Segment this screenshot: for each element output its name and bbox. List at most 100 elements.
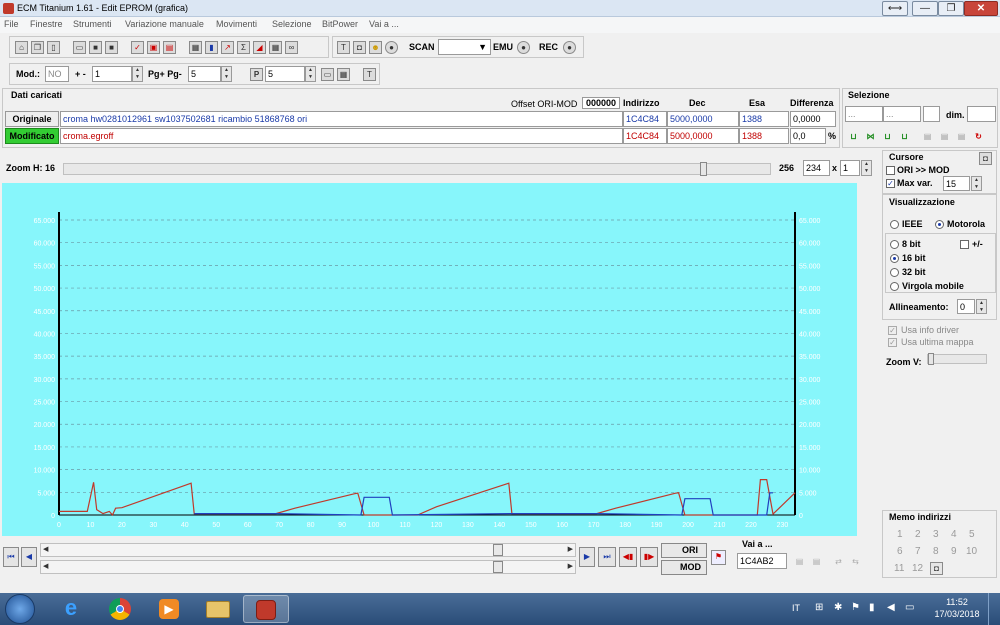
- media-player-icon[interactable]: ▶: [146, 595, 192, 623]
- rec-record-icon[interactable]: ●: [563, 41, 576, 54]
- goto-a-icon[interactable]: ▤: [793, 555, 806, 568]
- originale-label[interactable]: Originale: [5, 111, 59, 127]
- person-icon[interactable]: ☻: [369, 41, 382, 54]
- menu-file[interactable]: File: [4, 19, 19, 29]
- scroll-left-icon[interactable]: ◀: [43, 545, 48, 553]
- memo-10[interactable]: 10: [966, 546, 977, 557]
- modificato-label[interactable]: Modificato: [5, 128, 59, 144]
- start-button[interactable]: [5, 594, 35, 624]
- dim-field[interactable]: [967, 106, 996, 122]
- flag-icon[interactable]: ⚑: [711, 550, 726, 565]
- text-tool-icon[interactable]: T: [363, 68, 376, 81]
- p-spinner[interactable]: ▲ ▼: [305, 66, 316, 82]
- last-page-button[interactable]: ⏭: [598, 547, 616, 567]
- page-step-field[interactable]: 5: [188, 66, 221, 82]
- tray-power-icon[interactable]: ▭: [905, 602, 914, 613]
- mod-field[interactable]: NO: [45, 66, 69, 82]
- virgola-mobile-radio[interactable]: [890, 282, 899, 291]
- matrix-icon[interactable]: ▦: [337, 68, 350, 81]
- prev-step-button[interactable]: ◀: [21, 547, 37, 567]
- bit16-radio[interactable]: [890, 254, 899, 263]
- tray-bluetooth-icon[interactable]: ✱: [834, 602, 842, 613]
- binoculars-icon[interactable]: ∞: [285, 41, 298, 54]
- sel-paste-icon[interactable]: ▤: [938, 130, 951, 143]
- scroll-right-icon[interactable]: ▶: [568, 545, 573, 553]
- step-field[interactable]: 1: [92, 66, 132, 82]
- zoom-v-slider-thumb[interactable]: [928, 353, 934, 365]
- bit8-radio[interactable]: [890, 240, 899, 249]
- scroll-mod[interactable]: ◀ ▶: [40, 560, 576, 574]
- modificato-differenza[interactable]: 0,0: [790, 128, 826, 144]
- sel-end-icon[interactable]: ⊔: [881, 130, 894, 143]
- usa-info-driver-checkbox[interactable]: ✓: [888, 326, 897, 335]
- graph-icon[interactable]: ↗: [221, 41, 234, 54]
- close-button[interactable]: ✕: [964, 1, 998, 16]
- save-icon[interactable]: ■: [89, 41, 102, 54]
- zoom-mult-field[interactable]: 1: [840, 160, 860, 176]
- p-field[interactable]: 5: [265, 66, 305, 82]
- scan-select[interactable]: ▼: [438, 39, 491, 55]
- menu-vai-a[interactable]: Vai a ...: [369, 19, 399, 29]
- restore-size-button[interactable]: ⟷: [882, 1, 908, 16]
- chart-area[interactable]: 0 05.000 5.00010.000 10.00015.000 15.00020.0…: [2, 183, 857, 536]
- p-icon[interactable]: P: [250, 68, 263, 81]
- zoom-h-slider[interactable]: [63, 162, 771, 176]
- memo-9[interactable]: 9: [951, 546, 957, 557]
- memo-12[interactable]: 12: [912, 563, 923, 574]
- grid-icon[interactable]: ▦: [269, 41, 282, 54]
- show-desktop-button[interactable]: [988, 593, 1000, 625]
- explorer-icon[interactable]: [195, 595, 241, 623]
- ori-mod-checkbox[interactable]: [886, 166, 895, 175]
- bit32-radio[interactable]: [890, 268, 899, 277]
- compare-icon[interactable]: ▣: [147, 41, 160, 54]
- memo-lock-icon[interactable]: ◘: [930, 562, 943, 575]
- goto-c-icon[interactable]: ⇄: [832, 555, 845, 568]
- prev-diff-button[interactable]: ◀▮: [619, 547, 637, 567]
- selezione-end-field[interactable]: ...: [883, 106, 921, 122]
- memo-4[interactable]: 4: [951, 529, 957, 540]
- sel-print-icon[interactable]: ▤: [955, 130, 968, 143]
- vai-a-field[interactable]: 1C4AB2: [737, 553, 787, 569]
- page-icon[interactable]: ▯: [47, 41, 60, 54]
- max-var-field[interactable]: 15: [943, 176, 970, 191]
- calculator-icon[interactable]: ▦: [189, 41, 202, 54]
- menu-finestre[interactable]: Finestre: [30, 19, 63, 29]
- check-icon[interactable]: ✓: [131, 41, 144, 54]
- selezione-start-field[interactable]: ...: [845, 106, 883, 122]
- goto-b-icon[interactable]: ▤: [810, 555, 823, 568]
- emu-record-icon[interactable]: ●: [517, 41, 530, 54]
- cursor-lock-icon[interactable]: ◘: [979, 152, 992, 165]
- first-page-button[interactable]: ⏮: [3, 547, 19, 567]
- sel-reset-icon[interactable]: ↻: [972, 130, 985, 143]
- zoom-v-slider[interactable]: [927, 353, 987, 365]
- zoom-mult-spinner[interactable]: ▲ ▼: [861, 160, 872, 176]
- maximize-button[interactable]: ❐: [938, 1, 964, 16]
- memo-7[interactable]: 7: [915, 546, 921, 557]
- tray-volume-icon[interactable]: ◀: [887, 602, 895, 613]
- menu-bitpower[interactable]: BitPower: [322, 19, 358, 29]
- scroll-mod-right-icon[interactable]: ▶: [568, 562, 573, 570]
- sigma-icon[interactable]: Σ: [237, 41, 250, 54]
- memo-11[interactable]: 11: [894, 563, 904, 574]
- next-step-button[interactable]: ▶: [579, 547, 595, 567]
- allineamento-spinner[interactable]: ▲ ▼: [976, 299, 987, 314]
- page-step-spinner[interactable]: ▲ ▼: [221, 66, 232, 82]
- motorola-radio[interactable]: [935, 220, 944, 229]
- sel-copy-icon[interactable]: ▤: [921, 130, 934, 143]
- scroll-mod-thumb[interactable]: [493, 561, 503, 573]
- menu-variazione-manuale[interactable]: Variazione manuale: [125, 19, 204, 29]
- max-var-spinner[interactable]: ▲ ▼: [971, 176, 982, 191]
- chart-3d-icon[interactable]: ◢: [253, 41, 266, 54]
- clock-time[interactable]: 11:52: [934, 597, 980, 607]
- ecm-titanium-taskbar-icon[interactable]: [243, 595, 289, 623]
- sel-all-icon[interactable]: ⊔: [898, 130, 911, 143]
- minimize-button[interactable]: —: [912, 1, 938, 16]
- memo-5[interactable]: 5: [969, 529, 975, 540]
- scroll-ori-thumb[interactable]: [493, 544, 503, 556]
- selezione-extra-field[interactable]: [923, 106, 940, 122]
- table-icon[interactable]: ▤: [163, 41, 176, 54]
- tray-flag-icon[interactable]: ⚑: [851, 602, 860, 613]
- zoom-count-field[interactable]: 234: [803, 160, 830, 176]
- text-icon[interactable]: T: [337, 41, 350, 54]
- mod-button[interactable]: MOD: [661, 560, 707, 575]
